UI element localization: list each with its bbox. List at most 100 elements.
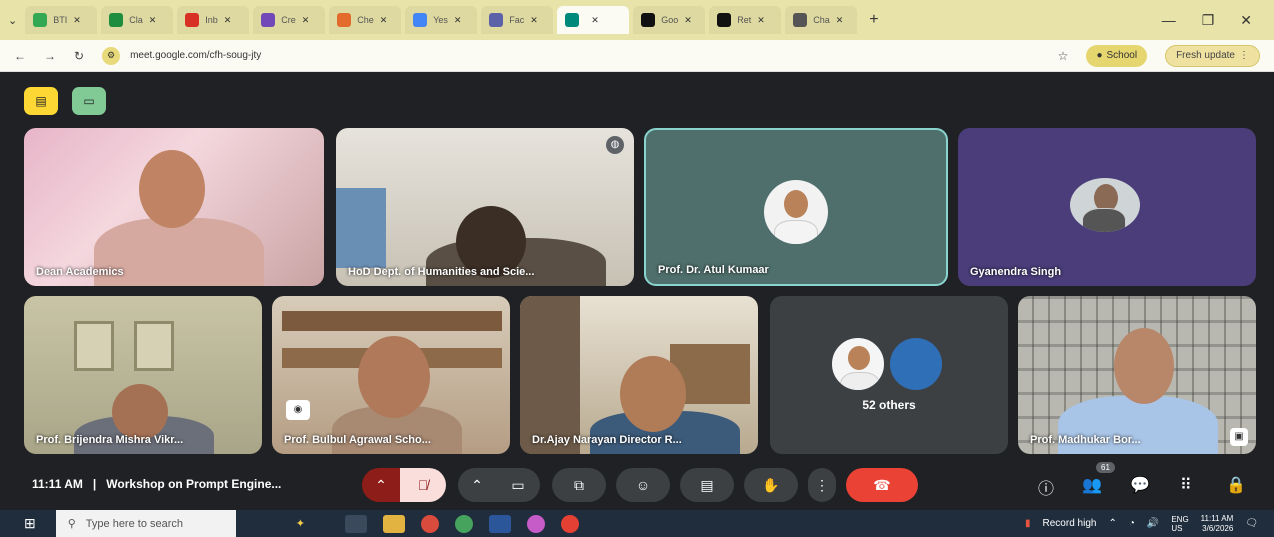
profile-button[interactable]: ● School — [1086, 44, 1148, 67]
tray-overflow-icon[interactable]: ⌃ — [1108, 518, 1116, 529]
meet-icon — [565, 13, 580, 27]
browser-tab[interactable]: ✕ — [557, 6, 630, 34]
minimize-icon[interactable]: — — [1162, 12, 1176, 29]
reload-icon[interactable]: ↻ — [74, 49, 84, 63]
network-icon[interactable]: ◔ — [1129, 518, 1135, 529]
task-view-icon[interactable] — [344, 514, 367, 533]
tab-close-icon[interactable]: ✕ — [757, 15, 765, 26]
close-window-icon[interactable]: ✕ — [1240, 12, 1252, 29]
participant-tile[interactable]: Dr.Ajay Narayan Director R... — [520, 296, 758, 454]
participant-name: HoD Dept. of Humanities and Scie... — [348, 266, 535, 278]
windows-start-icon[interactable]: ⊞ — [24, 515, 36, 532]
new-tab-button[interactable]: + — [869, 11, 878, 29]
browser-tab[interactable]: Cla ✕ — [101, 6, 174, 34]
browser-tab[interactable]: BTI ✕ — [25, 6, 98, 34]
tab-search-icon[interactable]: ⌄ — [8, 14, 17, 27]
back-icon[interactable]: ← — [14, 49, 26, 63]
participant-video — [520, 296, 580, 454]
gear-icon — [793, 13, 808, 27]
info-icon[interactable]: ⓘ — [1038, 475, 1054, 499]
tab-title: Cla — [129, 15, 143, 25]
present-button[interactable]: ⧉ — [552, 468, 606, 502]
gmail-icon — [185, 13, 200, 27]
bookmark-star-icon[interactable]: ☆ — [1058, 49, 1069, 63]
layout-icon[interactable]: ▭ — [72, 87, 106, 115]
participant-tile[interactable]: Dean Academics — [24, 128, 324, 286]
raise-hand-button[interactable]: ✋ — [744, 468, 798, 502]
clock[interactable]: 11:11 AM 3/6/2026 — [1201, 514, 1234, 534]
url-text[interactable]: meet.google.com/cfh-soug-jty — [130, 50, 261, 61]
taskbar-search-box[interactable]: ⚲ Type here to search — [55, 510, 236, 537]
chrome-icon[interactable] — [454, 514, 473, 533]
people-count-badge: 61 — [1096, 462, 1115, 473]
chat-icon[interactable]: 💬 — [1130, 475, 1150, 495]
others-count: 52 others — [862, 398, 916, 412]
site-info-icon[interactable]: ⚙ — [102, 46, 121, 65]
participant-name: Prof. Brijendra Mishra Vikr... — [36, 434, 184, 446]
language-indicator[interactable]: ENG US — [1171, 515, 1188, 533]
volume-icon[interactable]: 🔊 — [1147, 518, 1159, 529]
host-controls-icon[interactable]: 🔒 — [1226, 475, 1246, 495]
participant-tile[interactable]: ▣ Prof. Madhukar Bor... — [1018, 296, 1256, 454]
file-explorer-icon[interactable] — [382, 514, 405, 533]
tab-close-icon[interactable]: ✕ — [380, 15, 388, 26]
weather-icon[interactable]: ▮ — [1025, 518, 1031, 529]
pin-icon[interactable]: ▣ — [1230, 428, 1248, 446]
mic-off-button[interactable]: 🎙̸ — [400, 468, 446, 502]
participant-tile[interactable]: Prof. Dr. Atul Kumaar — [644, 128, 948, 286]
tab-close-icon[interactable]: ✕ — [591, 15, 599, 26]
emoji-button[interactable]: ☺ — [616, 468, 670, 502]
search-placeholder: Type here to search — [85, 517, 184, 530]
tab-title: Yes — [433, 15, 448, 25]
chrome-icon[interactable] — [420, 514, 439, 533]
people-icon[interactable]: 👥 — [1082, 475, 1102, 495]
tab-close-icon[interactable]: ✕ — [454, 15, 462, 26]
tab-close-icon[interactable]: ✕ — [224, 15, 232, 26]
browser-tab[interactable]: Inb ✕ — [177, 6, 250, 34]
participant-tile[interactable]: Gyanendra Singh — [958, 128, 1256, 286]
browser-tab[interactable]: Ret ✕ — [709, 6, 782, 34]
url-field[interactable]: ⚙ meet.google.com/cfh-soug-jty — [102, 46, 1040, 65]
captions-icon[interactable]: ▤ — [24, 87, 58, 115]
tab-close-icon[interactable]: ✕ — [73, 15, 81, 26]
browser-tab[interactable]: Cre ✕ — [253, 6, 326, 34]
system-tray: ▮ Record high ⌃ ◔ 🔊 ENG US 11:11 AM 3/6/… — [1025, 514, 1274, 534]
participant-face — [358, 336, 430, 418]
tab-close-icon[interactable]: ✕ — [149, 15, 157, 26]
camera-icon: ◉ — [286, 400, 310, 420]
participant-tile[interactable]: Prof. Brijendra Mishra Vikr... — [24, 296, 262, 454]
participant-tile[interactable]: ◍ HoD Dept. of Humanities and Scie... — [336, 128, 634, 286]
activities-icon[interactable]: ⠿ — [1180, 475, 1192, 495]
chrome-icon[interactable] — [526, 514, 545, 533]
browser-tab[interactable]: Goo ✕ — [633, 6, 706, 34]
institution-logo-icon — [888, 336, 944, 392]
notification-icon[interactable]: 🗨 — [1245, 518, 1258, 529]
address-bar: ← → ↻ ⚙ meet.google.com/cfh-soug-jty ☆ ●… — [0, 40, 1274, 72]
more-options-button[interactable]: ⋮ — [808, 468, 836, 502]
tab-close-icon[interactable]: ✕ — [836, 15, 844, 26]
leave-call-button[interactable]: ☎ — [846, 468, 918, 502]
update-button[interactable]: Fresh update ⋮ — [1165, 44, 1260, 67]
word-icon[interactable] — [488, 514, 511, 533]
participant-tile[interactable]: ◉ Prof. Bulbul Agrawal Scho... — [272, 296, 510, 454]
browser-tab[interactable]: Yes ✕ — [405, 6, 478, 34]
browser-tab[interactable]: Cha ✕ — [785, 6, 858, 34]
tab-close-icon[interactable]: ✕ — [684, 15, 692, 26]
profile-avatar-icon: ● — [1096, 50, 1103, 61]
camera-button[interactable]: ▭ — [496, 468, 540, 502]
camera-options-button[interactable]: ⌃ — [458, 468, 496, 502]
others-tile[interactable]: 52 others — [770, 296, 1008, 454]
browser-tab[interactable]: Che ✕ — [329, 6, 402, 34]
meeting-controls-bar: 11:11 AM | Workshop on Prompt Engine... … — [0, 460, 1274, 510]
tab-close-icon[interactable]: ✕ — [302, 15, 310, 26]
weather-text[interactable]: Record high — [1043, 518, 1097, 529]
captions-button[interactable]: ▤ — [680, 468, 734, 502]
browser-tab[interactable]: Fac ✕ — [481, 6, 554, 34]
participant-video — [134, 321, 174, 371]
restore-icon[interactable]: ❐ — [1202, 12, 1215, 29]
chrome-icon[interactable] — [560, 514, 579, 533]
mic-options-button[interactable]: ⌃ — [362, 468, 400, 502]
forward-icon[interactable]: → — [44, 49, 56, 63]
sparkle-icon[interactable]: ✦ — [296, 517, 305, 530]
tab-close-icon[interactable]: ✕ — [530, 15, 538, 26]
